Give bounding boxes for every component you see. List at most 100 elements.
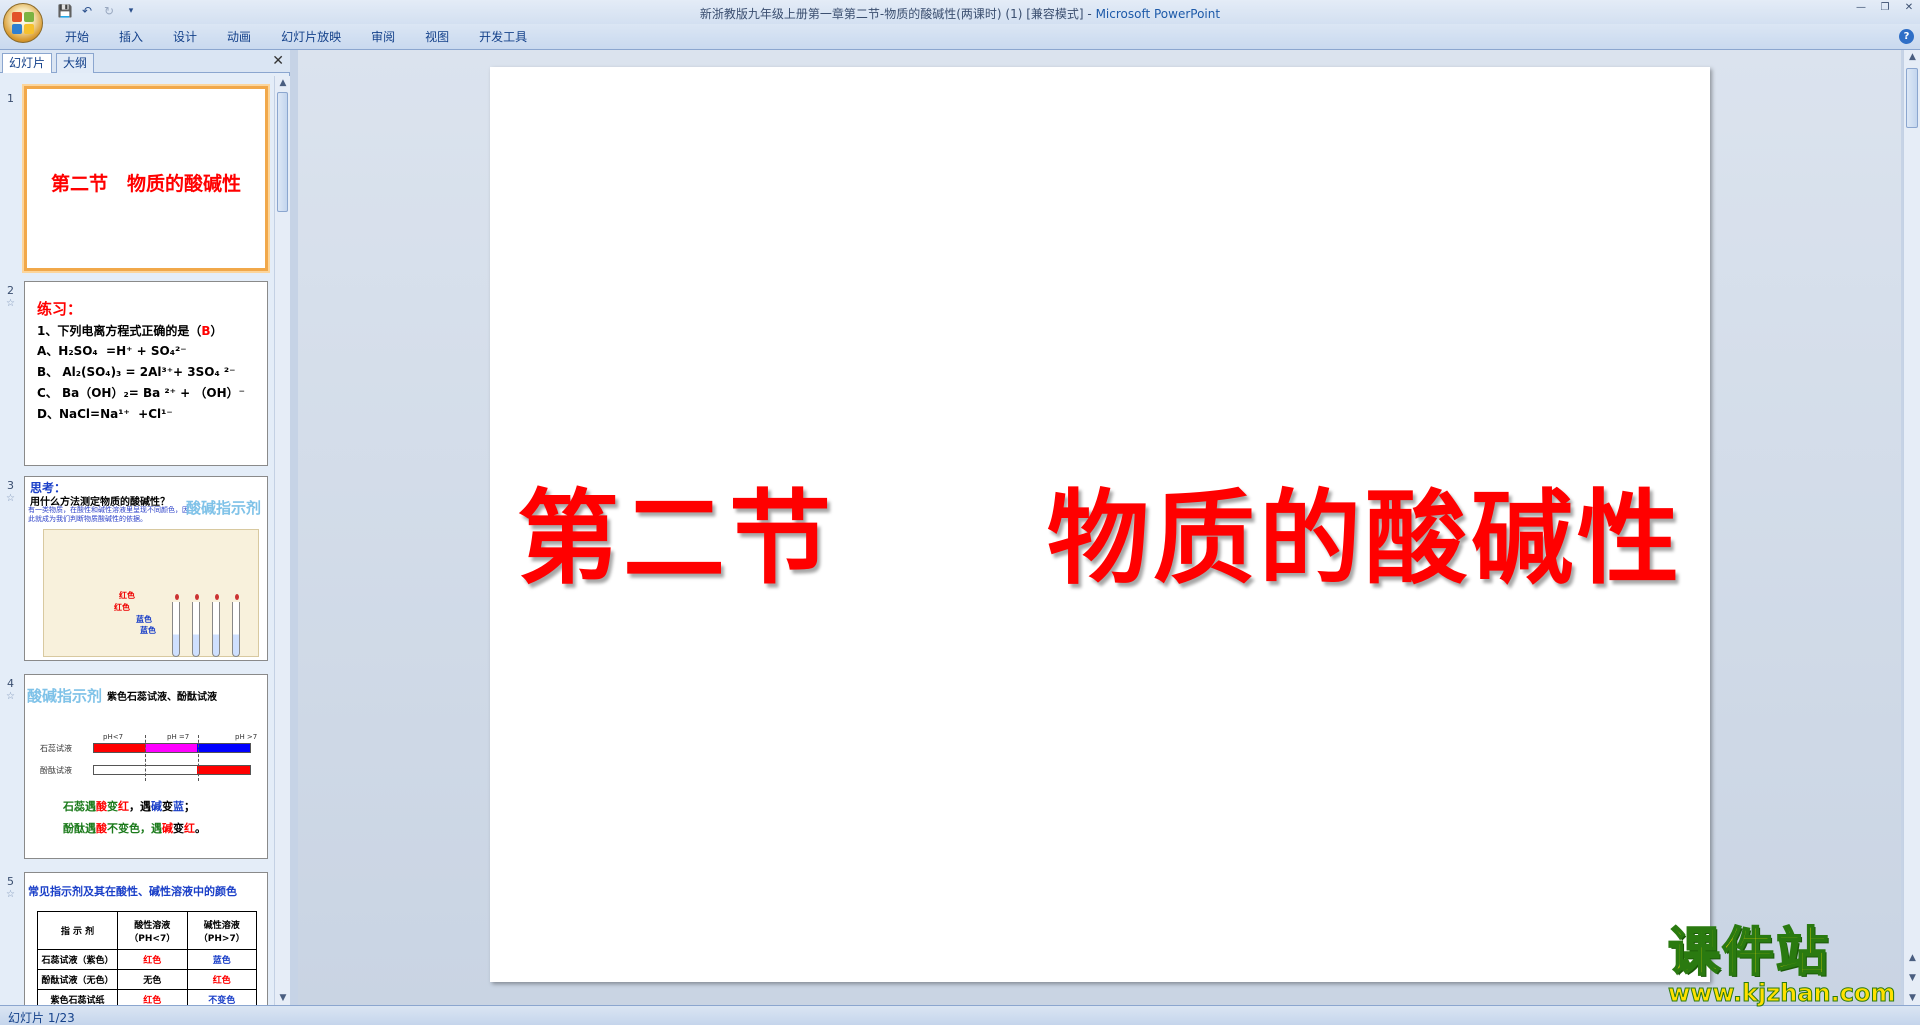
table-cell: 蓝色 (186, 949, 257, 970)
table-row: 酚酞试液（无色） 无色 红色 (37, 969, 257, 990)
powerpoint-window: 💾 ↶ ↻ ▾ 新浙教版九年级上册第一章第二节-物质的酸碱性(两课时) (1) … (0, 0, 1920, 1025)
row-label: 酚酞试液 (40, 766, 72, 775)
table-header: 酸性溶液（PH<7） (117, 911, 188, 950)
table-header: 指 示 剂 (37, 911, 118, 950)
tab-view[interactable]: 视图 (410, 29, 464, 47)
slides-panel: 幻灯片 大纲 ✕ 1 第二节 物质的酸碱性 2 ☆ 练习： 1、下列电离方程式正… (0, 50, 290, 1005)
rule-text: ，遇 (129, 800, 151, 813)
close-icon[interactable]: ✕ (1902, 2, 1916, 14)
test-tube-icon (232, 594, 240, 657)
current-slide[interactable]: 第二节 物质的酸碱性 (490, 67, 1710, 982)
rule-text: 碱 (162, 822, 173, 835)
slide-editing-area: 第二节 物质的酸碱性 (298, 50, 1901, 1005)
watermark-url: www.kjzhan.com (1668, 979, 1896, 1007)
color-label: 蓝色 (136, 615, 152, 624)
thumb-tag: 酸碱指示剂 (185, 499, 261, 517)
slide-number: 5 (7, 875, 14, 888)
slide-thumbnail-2[interactable]: 练习： 1、下列电离方程式正确的是（B） A、H₂SO₄ =H⁺ + SO₄²⁻… (24, 281, 268, 466)
rule-text: 红 (184, 822, 195, 835)
row-label: 石蕊试液 (40, 744, 72, 753)
answer-text: B (201, 324, 211, 338)
scroll-down-icon[interactable]: ▼ (1904, 991, 1920, 1005)
textbook-image: 红色 红色 蓝色 蓝色 (43, 529, 259, 657)
slide-thumbnail-1[interactable]: 第二节 物质的酸碱性 (24, 86, 268, 271)
thumb-tag: 酸碱指示剂 (27, 687, 103, 705)
scroll-up-icon[interactable]: ▲ (275, 76, 291, 90)
thumb-title: 第二节 物质的酸碱性 (50, 173, 241, 195)
scroll-down-icon[interactable]: ▼ (275, 991, 291, 1005)
slide-counter: 幻灯片 1/23 (8, 1011, 75, 1025)
table-header: 碱性溶液（PH>7） (186, 911, 257, 950)
restore-icon[interactable]: ❐ (1878, 2, 1892, 14)
slide-title[interactable]: 第二节 物质的酸碱性 (490, 457, 1710, 604)
scroll-up-icon[interactable]: ▲ (1904, 50, 1920, 64)
slide-thumbnail-5[interactable]: 常见指示剂及其在酸性、碱性溶液中的颜色 指 示 剂 酸性溶液（PH<7） 碱性溶… (24, 872, 268, 1005)
tab-insert[interactable]: 插入 (104, 29, 158, 47)
question-text: 1、下列电离方程式正确的是（ (37, 324, 202, 338)
app-name: Microsoft PowerPoint (1095, 7, 1221, 21)
office-button[interactable] (3, 3, 43, 43)
rule-text: 碱 (151, 800, 162, 813)
rule-text: 变 (162, 800, 173, 813)
slide-number: 2 (7, 284, 14, 297)
option-c: C、 Ba（OH）₂= Ba ²⁺ + （OH）⁻ (37, 386, 245, 400)
table-cell: 红色 (117, 989, 188, 1005)
rule-text: 不变色，遇 (107, 822, 162, 835)
rule-text: ； (184, 800, 195, 813)
thumb-note: 有一类物质，在酸性和碱性溶液里呈现不同颜色，因此就成为我们判断物质酸碱性的依据。 (28, 506, 189, 523)
tab-slides[interactable]: 幻灯片 (2, 53, 53, 73)
rule-line-2: 酚酞遇酸不变色，遇碱变红。 (63, 820, 206, 836)
option-b: B、 Al₂(SO₄)₃ = 2Al³⁺+ 3SO₄ ²⁻ (37, 365, 236, 379)
table-cell: 红色 (117, 949, 188, 970)
litmus-bar (93, 743, 251, 753)
office-logo-icon (12, 12, 34, 34)
table-cell: 红色 (186, 969, 257, 990)
table-row: 指 示 剂 酸性溶液（PH<7） 碱性溶液（PH>7） (37, 911, 257, 950)
window-controls: — ❐ ✕ (1854, 2, 1916, 14)
watermark-logo: 课件站 www.kjzhan.com (1667, 923, 1900, 1007)
question-end: ） (210, 324, 223, 338)
table-cell: 石蕊试液（紫色） (37, 949, 118, 970)
table-cell: 紫色石蕊试纸 (37, 989, 118, 1005)
slide-number: 1 (7, 92, 14, 105)
tab-outline[interactable]: 大纲 (56, 53, 95, 73)
slide-scrollbar[interactable]: ▲ ▲ ▼ ▼ (1903, 50, 1920, 1005)
thumbnail-scrollbar[interactable]: ▲ ▼ (274, 76, 290, 1005)
rule-text: 酚酞遇 (63, 822, 96, 835)
scroll-thumb[interactable] (277, 92, 288, 212)
help-icon[interactable]: ? (1899, 29, 1914, 44)
slide-number: 4 (7, 677, 14, 690)
table-row: 紫色石蕊试纸 红色 不变色 (37, 989, 257, 1005)
color-label: 蓝色 (140, 626, 156, 635)
tab-design[interactable]: 设计 (158, 29, 212, 47)
title-bar: 💾 ↶ ↻ ▾ 新浙教版九年级上册第一章第二节-物质的酸碱性(两课时) (1) … (0, 0, 1920, 24)
minimize-icon[interactable]: — (1854, 2, 1868, 14)
thumb-question: 1、下列电离方程式正确的是（B） (37, 322, 223, 339)
option-a: A、H₂SO₄ =H⁺ + SO₄²⁻ (37, 344, 187, 358)
animation-star-icon: ☆ (6, 889, 15, 900)
divider (198, 735, 199, 781)
slide-thumbnail-3[interactable]: 思考： 用什么方法测定物质的酸碱性？ 有一类物质，在酸性和碱性溶液里呈现不同颜色… (24, 476, 268, 661)
tab-developer[interactable]: 开发工具 (464, 29, 542, 47)
next-slide-icon[interactable]: ▼ (1904, 971, 1920, 985)
scroll-thumb[interactable] (1906, 68, 1918, 128)
tab-slideshow[interactable]: 幻灯片放映 (266, 29, 356, 47)
animation-star-icon: ☆ (6, 691, 15, 702)
tab-review[interactable]: 审阅 (356, 29, 410, 47)
prev-slide-icon[interactable]: ▲ (1904, 951, 1920, 965)
tab-home[interactable]: 开始 (50, 29, 104, 47)
panel-close-icon[interactable]: ✕ (272, 54, 284, 68)
window-title: 新浙教版九年级上册第一章第二节-物质的酸碱性(两课时) (1) [兼容模式] -… (0, 5, 1920, 22)
divider (145, 735, 146, 781)
phenolphthalein-bar (93, 765, 251, 775)
watermark-text: 课件站 (1667, 923, 1831, 983)
rule-text: 变 (173, 822, 184, 835)
rule-text: 蓝 (173, 800, 184, 813)
table-cell: 不变色 (186, 989, 257, 1005)
tab-animations[interactable]: 动画 (212, 29, 266, 47)
slide-thumbnail-4[interactable]: 酸碱指示剂 紫色石蕊试液、酚酞试液 pH<7 pH =7 pH >7 石蕊试液 … (24, 674, 268, 859)
document-title: 新浙教版九年级上册第一章第二节-物质的酸碱性(两课时) (1) [兼容模式] - (699, 7, 1096, 21)
option-d: D、NaCl=Na¹⁺ +Cl¹⁻ (37, 407, 173, 421)
panel-tabs: 幻灯片 大纲 ✕ (0, 50, 290, 73)
table-row: 石蕊试液（紫色） 红色 蓝色 (37, 949, 257, 970)
